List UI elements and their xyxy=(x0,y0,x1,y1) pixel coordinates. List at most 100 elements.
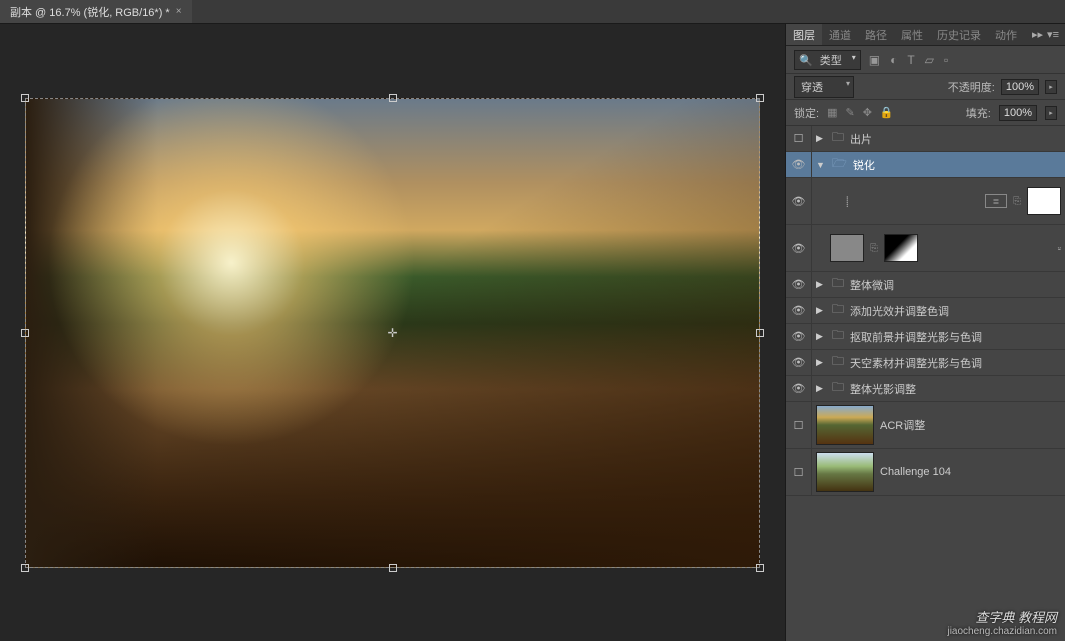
transform-handle-tr[interactable] xyxy=(756,94,764,102)
tab-layers[interactable]: 图层 xyxy=(786,24,822,45)
folder-icon: 🗀 xyxy=(832,378,844,399)
tab-channels[interactable]: 通道 xyxy=(822,24,858,45)
layer-name[interactable]: ACR调整 xyxy=(880,417,925,433)
opacity-input[interactable]: 100% xyxy=(1001,79,1039,95)
document-tab[interactable]: 副本 @ 16.7% (锐化, RGB/16*) * × xyxy=(0,0,192,23)
layer-mask-gradient[interactable]: 👁 ⎘ ⸚ xyxy=(786,225,1065,272)
layers-panel: 图层 通道 路径 属性 历史记录 动作 ▸▸ ▾≡ 🔍 类型 ▾ ▣ ◐ T ▱… xyxy=(785,24,1065,641)
disclosure-arrow-icon[interactable]: ▶ xyxy=(816,133,826,144)
disclosure-arrow-icon[interactable]: ▼ xyxy=(816,160,826,170)
disclosure-arrow-icon[interactable]: ▶ xyxy=(816,279,826,290)
folder-icon: 🗀 xyxy=(832,326,844,347)
visibility-toggle[interactable]: ☐ xyxy=(786,126,812,151)
layer-name[interactable]: 添加光效并调整色调 xyxy=(850,303,949,319)
layer-group-sky[interactable]: 👁 ▶ 🗀 天空素材并调整光影与色调 xyxy=(786,350,1065,376)
transform-handle-tm[interactable] xyxy=(389,94,397,102)
layer-name[interactable]: 整体光影调整 xyxy=(850,381,916,397)
visibility-toggle[interactable]: ☐ xyxy=(786,402,812,448)
main-area: ✛ 图层 通道 路径 属性 历史记录 动作 ▸▸ ▾≡ 🔍 类型 ▾ ▣ ◐ xyxy=(0,24,1065,641)
disclosure-arrow-icon[interactable]: ▶ xyxy=(816,383,826,394)
transform-handle-bm[interactable] xyxy=(389,564,397,572)
transform-handle-ml[interactable] xyxy=(21,329,29,337)
fill-flyout[interactable]: ▸ xyxy=(1045,106,1057,120)
opacity-flyout[interactable]: ▸ xyxy=(1045,80,1057,94)
visibility-toggle[interactable]: 👁 xyxy=(786,225,812,271)
mask-thumbnail[interactable] xyxy=(1027,187,1061,215)
filter-type-select[interactable]: 🔍 类型 ▾ xyxy=(794,50,861,70)
visibility-toggle[interactable]: 👁 xyxy=(786,272,812,297)
visibility-toggle[interactable]: 👁 xyxy=(786,324,812,349)
layer-thumbnail[interactable] xyxy=(816,405,874,445)
folder-icon: 🗀 xyxy=(832,352,844,373)
lock-row: 锁定: ▦ ✎ ✥ 🔒 填充: 100% ▸ xyxy=(786,100,1065,126)
visibility-toggle[interactable]: 👁 xyxy=(786,178,812,224)
disclosure-arrow-icon[interactable]: ▶ xyxy=(816,305,826,316)
fill-input[interactable]: 100% xyxy=(999,105,1037,121)
transform-handle-mr[interactable] xyxy=(756,329,764,337)
panel-tabs: 图层 通道 路径 属性 历史记录 动作 ▸▸ ▾≡ xyxy=(786,24,1065,46)
link-icon: ⎘ xyxy=(870,243,878,254)
layer-name[interactable]: 出片 xyxy=(850,131,872,147)
visibility-toggle[interactable]: 👁 xyxy=(786,298,812,323)
layer-name[interactable]: 天空素材并调整光影与色调 xyxy=(850,355,982,371)
layer-group-foreground[interactable]: 👁 ▶ 🗀 抠取前景并调整光影与色调 xyxy=(786,324,1065,350)
visibility-toggle[interactable]: 👁 xyxy=(786,350,812,375)
filter-smart-icon[interactable]: ▫ xyxy=(944,53,948,67)
transform-handle-br[interactable] xyxy=(756,564,764,572)
filter-image-icon[interactable]: ▣ xyxy=(869,53,880,67)
link-icon: ⎘ xyxy=(1013,196,1021,207)
layer-thumbnail[interactable] xyxy=(816,452,874,492)
filter-text-icon[interactable]: T xyxy=(907,53,914,67)
transform-center-icon[interactable]: ✛ xyxy=(386,326,400,340)
fx-icon[interactable]: ≣ xyxy=(985,194,1007,208)
transform-handle-bl[interactable] xyxy=(21,564,29,572)
mask-thumbnail[interactable] xyxy=(884,234,918,262)
smart-object-icon: ⸽ xyxy=(846,194,849,208)
chevron-down-icon: ▾ xyxy=(852,53,856,62)
layer-group-light[interactable]: 👁 ▶ 🗀 整体光影调整 xyxy=(786,376,1065,402)
filter-adjust-icon[interactable]: ◐ xyxy=(890,53,897,67)
smart-filter-icon[interactable]: ⸚ xyxy=(1058,241,1061,255)
lock-pixels-icon[interactable]: ▦ xyxy=(827,106,837,119)
layer-group-glow[interactable]: 👁 ▶ 🗀 添加光效并调整色调 xyxy=(786,298,1065,324)
transform-handle-tl[interactable] xyxy=(21,94,29,102)
lock-position-icon[interactable]: ✥ xyxy=(863,106,872,119)
filter-type-label: 类型 xyxy=(820,55,842,67)
layer-challenge[interactable]: ☐ Challenge 104 xyxy=(786,449,1065,496)
visibility-toggle[interactable]: 👁 xyxy=(786,376,812,401)
visibility-toggle[interactable]: 👁 xyxy=(786,152,812,177)
close-icon[interactable]: × xyxy=(176,6,182,17)
fill-label: 填充: xyxy=(966,105,991,121)
layer-smart-filter[interactable]: 👁 ⸽ ≣ ⎘ xyxy=(786,178,1065,225)
folder-icon: 🗀 xyxy=(832,128,844,149)
folder-icon: 🗀 xyxy=(832,274,844,295)
tab-paths[interactable]: 路径 xyxy=(858,24,894,45)
tab-actions[interactable]: 动作 xyxy=(988,24,1024,45)
layer-name[interactable]: 整体微调 xyxy=(850,277,894,293)
filter-icons: ▣ ◐ T ▱ ▫ xyxy=(869,53,948,67)
blend-row: 穿透 不透明度: 100% ▸ xyxy=(786,74,1065,100)
opacity-label: 不透明度: xyxy=(948,79,995,95)
blend-mode-select[interactable]: 穿透 xyxy=(794,76,854,98)
canvas-wrap: ✛ xyxy=(25,98,760,568)
lock-brush-icon[interactable]: ✎ xyxy=(845,106,854,119)
collapse-icon[interactable]: ▸▸ xyxy=(1032,28,1043,41)
layer-group-output[interactable]: ☐ ▶ 🗀 出片 xyxy=(786,126,1065,152)
disclosure-arrow-icon[interactable]: ▶ xyxy=(816,357,826,368)
layer-acr[interactable]: ☐ ACR调整 xyxy=(786,402,1065,449)
folder-open-icon: 🗁 xyxy=(832,154,847,175)
layer-group-overall-fine[interactable]: 👁 ▶ 🗀 整体微调 xyxy=(786,272,1065,298)
tab-properties[interactable]: 属性 xyxy=(894,24,930,45)
layer-name[interactable]: 锐化 xyxy=(853,157,875,173)
layer-group-sharpen[interactable]: 👁 ▼ 🗁 锐化 xyxy=(786,152,1065,178)
layer-name[interactable]: Challenge 104 xyxy=(880,466,951,478)
tab-history[interactable]: 历史记录 xyxy=(930,24,988,45)
panel-menu-icon[interactable]: ▾≡ xyxy=(1047,28,1059,41)
layer-thumbnail[interactable] xyxy=(830,234,864,262)
panel-menu: ▸▸ ▾≡ xyxy=(1026,28,1065,41)
disclosure-arrow-icon[interactable]: ▶ xyxy=(816,331,826,342)
visibility-toggle[interactable]: ☐ xyxy=(786,449,812,495)
layer-name[interactable]: 抠取前景并调整光影与色调 xyxy=(850,329,982,345)
lock-all-icon[interactable]: 🔒 xyxy=(880,106,894,119)
filter-shape-icon[interactable]: ▱ xyxy=(925,53,934,67)
